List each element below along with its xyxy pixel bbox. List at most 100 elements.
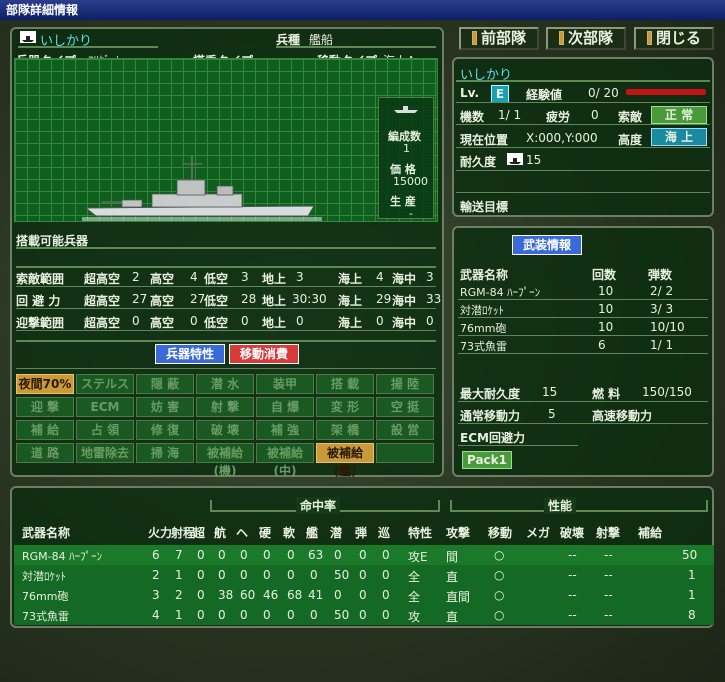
table-header-cell: 火力 (148, 526, 173, 540)
table-header-cell: 弾 (355, 526, 368, 540)
durability-value: 15 (526, 153, 542, 167)
search-label: 索敵 (618, 110, 643, 124)
table-cell: 直間 (446, 590, 471, 604)
weapon-traits-tab[interactable]: 兵器特性 (155, 344, 225, 364)
armament-name: RGM-84 ﾊｰﾌﾟｰﾝ (460, 286, 541, 299)
table-cell: 0 (218, 608, 226, 622)
max-durability-value: 15 (542, 385, 558, 399)
table-header-cell: 潜 (330, 526, 343, 540)
table-cell: 50 (334, 608, 350, 622)
divider (16, 286, 436, 287)
armament-ammo: 2/ 2 (650, 284, 674, 298)
level-label: Lv. (460, 86, 480, 100)
prev-unit-button[interactable]: 前部隊 (459, 27, 539, 50)
range-value: 0 (132, 314, 140, 328)
pack-badge[interactable]: Pack1 (462, 451, 512, 469)
range-value: 3 (296, 270, 304, 284)
trait-cell: 占 領 (76, 420, 134, 440)
marker-icon (471, 31, 477, 45)
trait-cell: 破 壊 (196, 420, 254, 440)
armament-name: 76mm砲 (460, 322, 507, 335)
table-cell: 0 (334, 588, 342, 602)
move-cost-tab[interactable]: 移動消費 (229, 344, 299, 364)
table-header-cell: 破壊 (560, 526, 585, 540)
max-durability-label: 最大耐久度 (460, 387, 521, 401)
table-cell: ○ (494, 608, 505, 622)
table-cell: ○ (494, 568, 505, 582)
trait-cell: 補 強 (256, 420, 314, 440)
trait-cell: 射 撃 (196, 397, 254, 417)
table-cell: -- (604, 548, 613, 562)
table-cell: 0 (382, 568, 390, 582)
range-value: 2 (132, 270, 140, 284)
table-cell: 攻E (408, 550, 428, 564)
altitude-label: 高度 (618, 133, 643, 147)
transport-target-label: 輸送目標 (460, 200, 509, 214)
fuel-value: 150/150 (642, 385, 692, 399)
table-header-cell: 巡 (378, 526, 391, 540)
table-cell: 2 (175, 588, 183, 602)
trait-cell: 潜 水 (196, 374, 254, 394)
table-cell: 8 (688, 608, 696, 622)
trait-cell: 搭 載 (316, 374, 374, 394)
trait-cell: 修 復 (136, 420, 194, 440)
table-cell: 0 (263, 548, 271, 562)
table-cell: 対潜ﾛｹｯﾄ (22, 570, 66, 583)
divider (458, 299, 708, 300)
range-value: 0 (376, 314, 384, 328)
units-label: 機数 (460, 110, 485, 124)
table-cell: 76mm砲 (22, 590, 69, 603)
range-row-label: 迎撃範囲 (16, 316, 65, 330)
table-header-cell: 射程 (171, 526, 196, 540)
range-row-label: 索敵範囲 (16, 272, 65, 286)
window-title: 部隊詳細情報 (0, 0, 725, 20)
range-cat-label: 海上 (338, 272, 363, 286)
range-value: 0 (296, 314, 304, 328)
table-header-cell: 軟 (283, 526, 296, 540)
range-value: 27 (132, 292, 148, 306)
range-value: 0 (426, 314, 434, 328)
range-value: 3 (426, 270, 434, 284)
table-cell: 1 (175, 568, 183, 582)
table-cell: 1 (175, 608, 183, 622)
exp-value: 0/ 20 (588, 86, 619, 100)
close-button[interactable]: 閉じる (634, 27, 714, 50)
table-header-cell: 武器名称 (22, 526, 71, 540)
altitude-badge: 海 上 (651, 128, 707, 146)
range-cat-label: 海上 (338, 316, 363, 330)
table-header-cell: 射撃 (596, 526, 621, 540)
table-cell: 0 (218, 568, 226, 582)
table-cell: -- (604, 568, 613, 582)
armament-header-ammo: 弾数 (648, 268, 673, 282)
next-unit-button[interactable]: 次部隊 (546, 27, 626, 50)
range-value: 27 (190, 292, 206, 306)
trait-cell: 地雷除去 (76, 443, 134, 463)
trait-cell: 妨 害 (136, 397, 194, 417)
table-cell: 0 (197, 548, 205, 562)
range-cat-label: 高空 (150, 294, 175, 308)
table-cell: 2 (152, 568, 160, 582)
table-cell: 0 (263, 568, 271, 582)
table-cell: 60 (240, 588, 256, 602)
move-label: 通常移動力 (460, 409, 521, 423)
armament-info-tab[interactable]: 武装情報 (512, 235, 582, 255)
trait-cell: ステルス (76, 374, 134, 394)
fuel-label: 燃 料 (592, 387, 621, 401)
table-cell: 38 (218, 588, 234, 602)
trait-cell: 被補給(艦) (316, 443, 374, 478)
table-header-cell: 航 (214, 526, 227, 540)
range-cat-label: 低空 (204, 294, 229, 308)
table-cell: ○ (494, 548, 505, 562)
range-cat-label: 海中 (392, 316, 417, 330)
table-cell: -- (604, 588, 613, 602)
search-status-badge: 正 常 (651, 106, 707, 124)
position-label: 現在位置 (460, 133, 509, 147)
table-cell: 7 (175, 548, 183, 562)
table-cell: 直 (446, 570, 459, 584)
exp-bar (626, 89, 706, 95)
trait-cell: 補 給 (16, 420, 74, 440)
armament-count: 10 (598, 302, 614, 316)
trait-cell (376, 443, 434, 463)
table-cell: 0 (287, 548, 295, 562)
marker-icon (558, 31, 564, 45)
